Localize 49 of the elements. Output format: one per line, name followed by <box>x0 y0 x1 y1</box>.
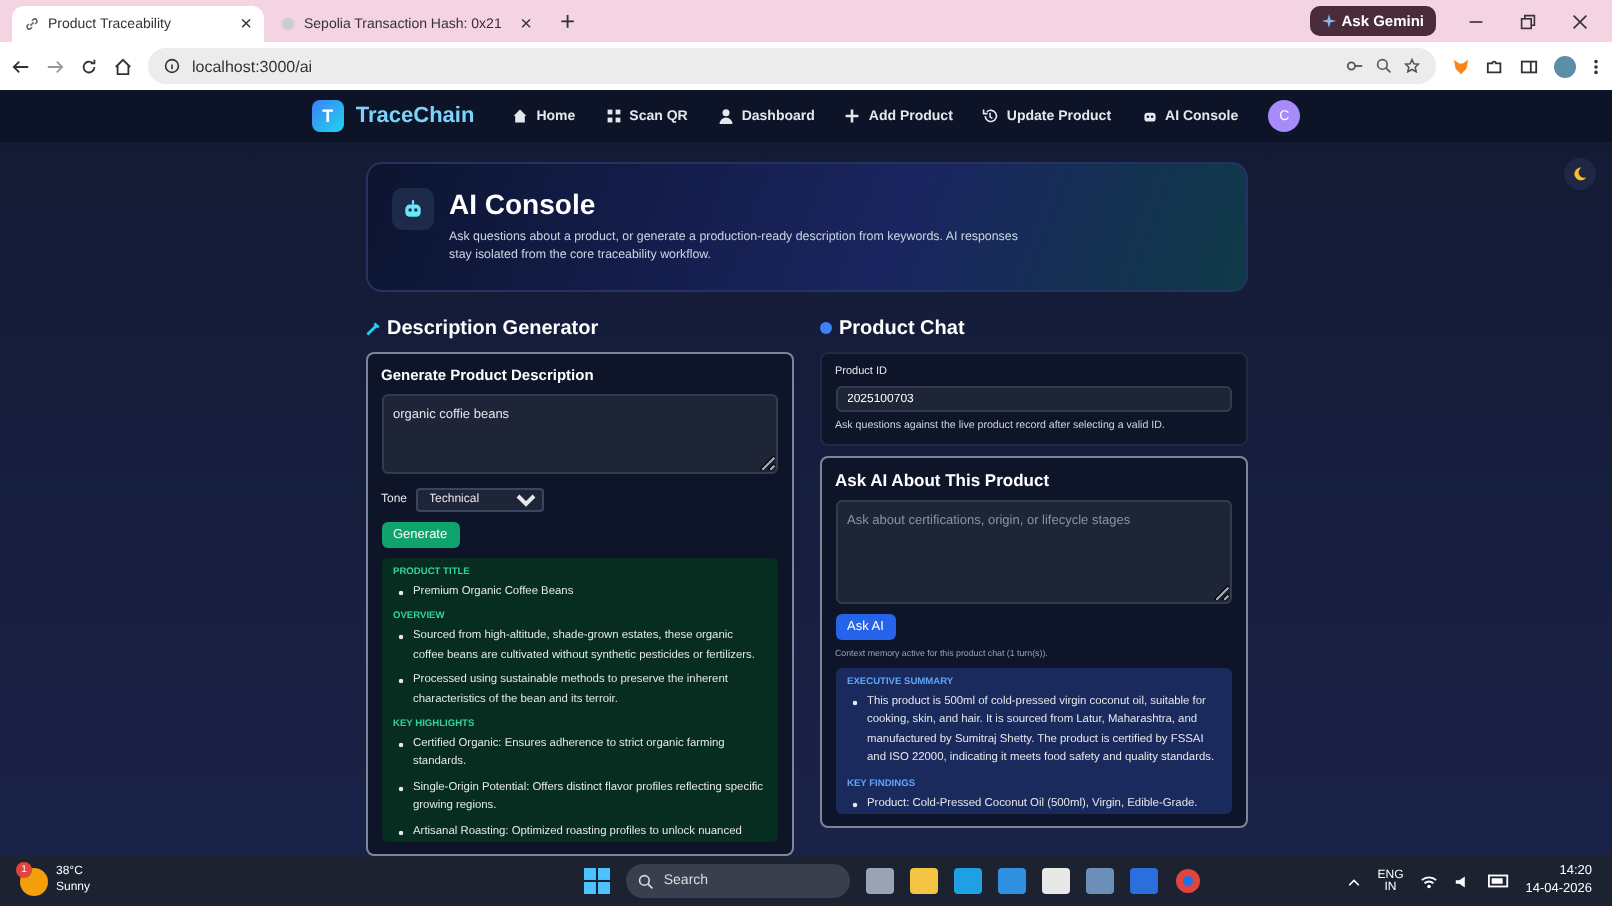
link-icon <box>24 16 40 32</box>
card-title: Ask AI About This Product <box>835 470 1052 490</box>
bullet-icon <box>397 785 403 792</box>
bullet-icon <box>397 742 403 749</box>
bullet-icon <box>851 801 857 808</box>
theme-toggle[interactable] <box>1564 158 1596 190</box>
bullet-icon <box>397 678 403 685</box>
profile-avatar-icon[interactable] <box>1554 55 1576 77</box>
grid-icon <box>605 108 622 124</box>
address-bar[interactable]: localhost:3000/ai <box>148 48 1436 84</box>
back-arrow-icon[interactable] <box>12 57 30 75</box>
battery-icon[interactable] <box>1487 874 1510 888</box>
brand-name[interactable]: TraceChain <box>355 104 475 128</box>
bullet-icon <box>397 590 403 596</box>
moon-icon <box>1572 166 1588 182</box>
new-tab-button[interactable]: + <box>560 6 576 36</box>
side-panel-icon[interactable] <box>1520 57 1538 75</box>
wand-icon <box>365 321 379 335</box>
sparkle-icon <box>1321 14 1336 28</box>
section-title: Product Chat <box>839 317 965 339</box>
reload-icon[interactable] <box>80 57 98 75</box>
fox-icon[interactable] <box>1452 57 1470 75</box>
close-tab-button[interactable]: × <box>240 13 252 35</box>
house-icon <box>512 108 529 124</box>
close-icon[interactable] <box>1572 13 1588 29</box>
robot-icon <box>401 198 423 220</box>
wifi-icon[interactable] <box>1419 873 1438 889</box>
history-icon <box>982 108 999 124</box>
page-title: AI Console <box>449 188 598 220</box>
restore-icon[interactable] <box>1520 13 1536 29</box>
info-icon <box>164 58 180 74</box>
address-text: localhost:3000/ai <box>192 57 313 75</box>
bullet-icon <box>397 634 403 641</box>
close-tab-button[interactable]: × <box>520 13 532 35</box>
zoom-icon[interactable] <box>1376 58 1392 74</box>
home-icon[interactable] <box>114 57 132 75</box>
search-icon <box>637 873 654 889</box>
more-menu-icon[interactable] <box>1592 57 1600 75</box>
star-icon[interactable] <box>1404 58 1420 74</box>
forward-arrow-icon[interactable] <box>46 57 64 75</box>
start-icon[interactable] <box>583 868 610 894</box>
section-title: Description Generator <box>387 317 599 339</box>
bullet-icon <box>397 829 403 836</box>
key-icon[interactable] <box>1346 58 1364 74</box>
user-icon <box>717 108 734 124</box>
bullet-icon <box>851 700 857 706</box>
robot-icon <box>1141 108 1158 124</box>
dot-icon <box>819 322 831 334</box>
plus-icon <box>844 108 861 124</box>
